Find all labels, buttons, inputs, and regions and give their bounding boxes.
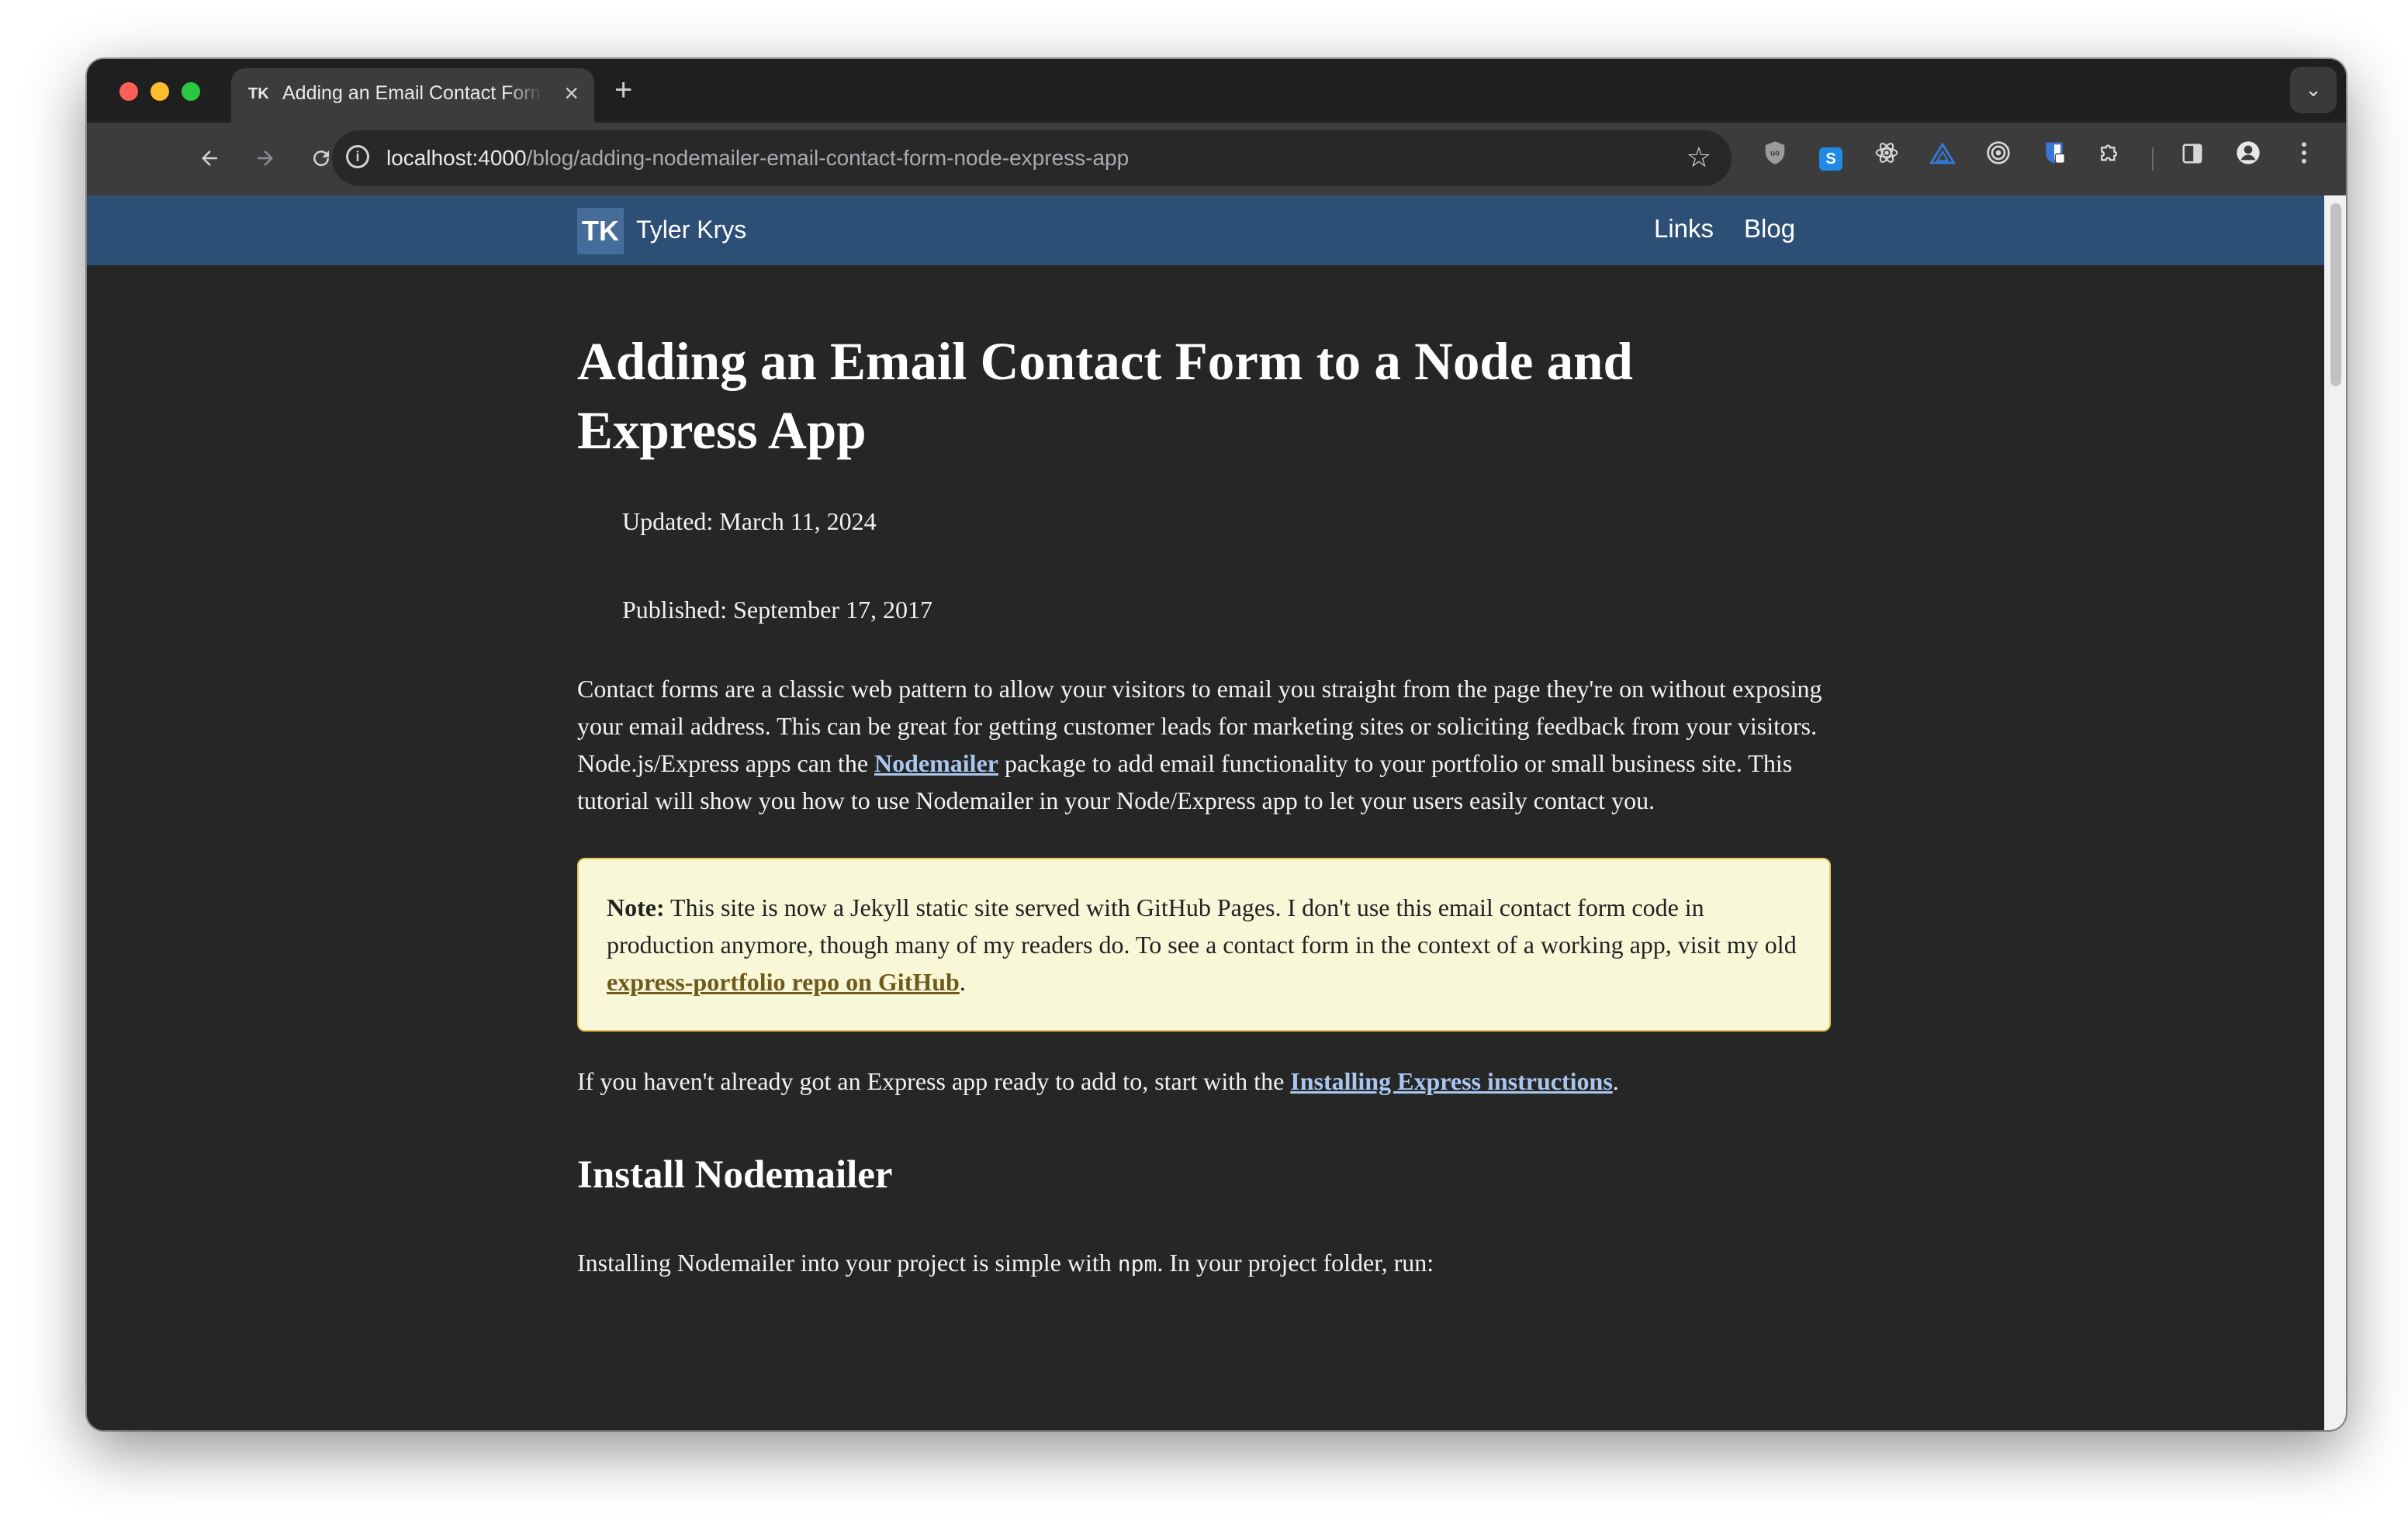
npm-code: npm — [1117, 1251, 1157, 1277]
s-extension-icon[interactable]: S — [1812, 140, 1849, 177]
close-icon[interactable]: × — [564, 79, 579, 108]
svg-text:uo: uo — [1770, 150, 1780, 158]
address-url[interactable]: localhost:4000/blog/adding-nodemailer-em… — [386, 146, 1129, 171]
close-window-button[interactable] — [119, 82, 138, 101]
puzzle-icon[interactable] — [2091, 140, 2129, 177]
site-info-icon[interactable]: i — [346, 145, 369, 168]
url-host: localhost:4000 — [386, 146, 527, 170]
article-title: Adding an Email Contact Form to a Node a… — [577, 332, 1633, 460]
installing-express-link[interactable]: Installing Express instructions — [1290, 1067, 1613, 1095]
page-viewport[interactable]: TK Tyler Krys Links Blog Adding an Email… — [87, 195, 2346, 1430]
published-date: Published: September 17, 2017 — [622, 596, 932, 624]
browser-toolbar: i localhost:4000/blog/adding-nodemailer-… — [87, 123, 2346, 195]
note-label: Note: — [607, 893, 665, 921]
side-panel-icon[interactable] — [2174, 140, 2211, 177]
install-text: Installing Nodemailer into your project … — [577, 1249, 1118, 1277]
tab-title: Adding an Email Contact Form to a Node a… — [282, 82, 543, 104]
updated-date: Updated: March 11, 2024 — [622, 507, 877, 535]
tab-favicon: TK — [248, 85, 269, 102]
kebab-menu-icon[interactable] — [2285, 140, 2323, 177]
express-portfolio-repo-link[interactable]: express-portfolio repo on GitHub — [607, 968, 960, 996]
maximize-window-button[interactable] — [182, 82, 200, 101]
bookmark-star-icon[interactable]: ☆ — [1687, 141, 1711, 174]
profile-icon[interactable] — [2230, 140, 2267, 177]
note-end: . — [959, 968, 966, 996]
nav-link-blog[interactable]: Blog — [1744, 214, 1795, 244]
plus-icon[interactable]: + — [614, 71, 632, 109]
browser-window: TK Adding an Email Contact Form to a Nod… — [87, 59, 2346, 1430]
site-name-link[interactable]: Tyler Krys — [636, 216, 746, 244]
triangle-extension-icon[interactable] — [1924, 140, 1961, 177]
minimize-window-button[interactable] — [150, 82, 169, 101]
react-devtools-icon[interactable] — [1868, 140, 1905, 177]
shield-extension-icon[interactable]: uo — [1756, 140, 1794, 177]
url-path: /blog/adding-nodemailer-email-contact-fo… — [526, 146, 1130, 170]
back-arrow-icon[interactable] — [191, 140, 228, 177]
note-text: This site is now a Jekyll static site se… — [607, 893, 1797, 959]
chevron-down-icon[interactable]: ⌄ — [2290, 67, 2337, 113]
page-scrollbar[interactable] — [2324, 195, 2346, 1430]
site-logo[interactable]: TK — [577, 208, 624, 254]
install-paragraph: Installing Nodemailer into your project … — [577, 1244, 1834, 1283]
express-text: If you haven't already got an Express ap… — [577, 1067, 1291, 1095]
intro-paragraph: Contact forms are a classic web pattern … — [577, 670, 1834, 819]
toolbar-separator — [2152, 147, 2154, 171]
tab-strip: TK Adding an Email Contact Form to a Nod… — [87, 59, 2346, 123]
bitwarden-extension-icon[interactable] — [2036, 140, 2073, 177]
site-header: TK Tyler Krys Links Blog — [87, 195, 2324, 265]
install-text-end: . In your project folder, run: — [1157, 1249, 1434, 1277]
article: Adding an Email Contact Form to a Node a… — [577, 327, 1834, 1283]
express-instructions-paragraph: If you haven't already got an Express ap… — [577, 1063, 1834, 1100]
browser-tab-active[interactable]: TK Adding an Email Contact Form to a Nod… — [231, 68, 594, 123]
scrollbar-thumb[interactable] — [2330, 203, 2341, 386]
express-text-end: . — [1612, 1067, 1619, 1095]
section-heading: Install Nodemailer — [577, 1153, 893, 1197]
nodemailer-link[interactable]: Nodemailer — [874, 749, 998, 777]
note-callout: Note: This site is now a Jekyll static s… — [577, 858, 1831, 1032]
address-bar[interactable]: i localhost:4000/blog/adding-nodemailer-… — [332, 130, 1732, 186]
nav-link-links[interactable]: Links — [1654, 214, 1714, 244]
target-extension-icon[interactable] — [1980, 140, 2017, 177]
forward-arrow-icon[interactable] — [247, 140, 284, 177]
